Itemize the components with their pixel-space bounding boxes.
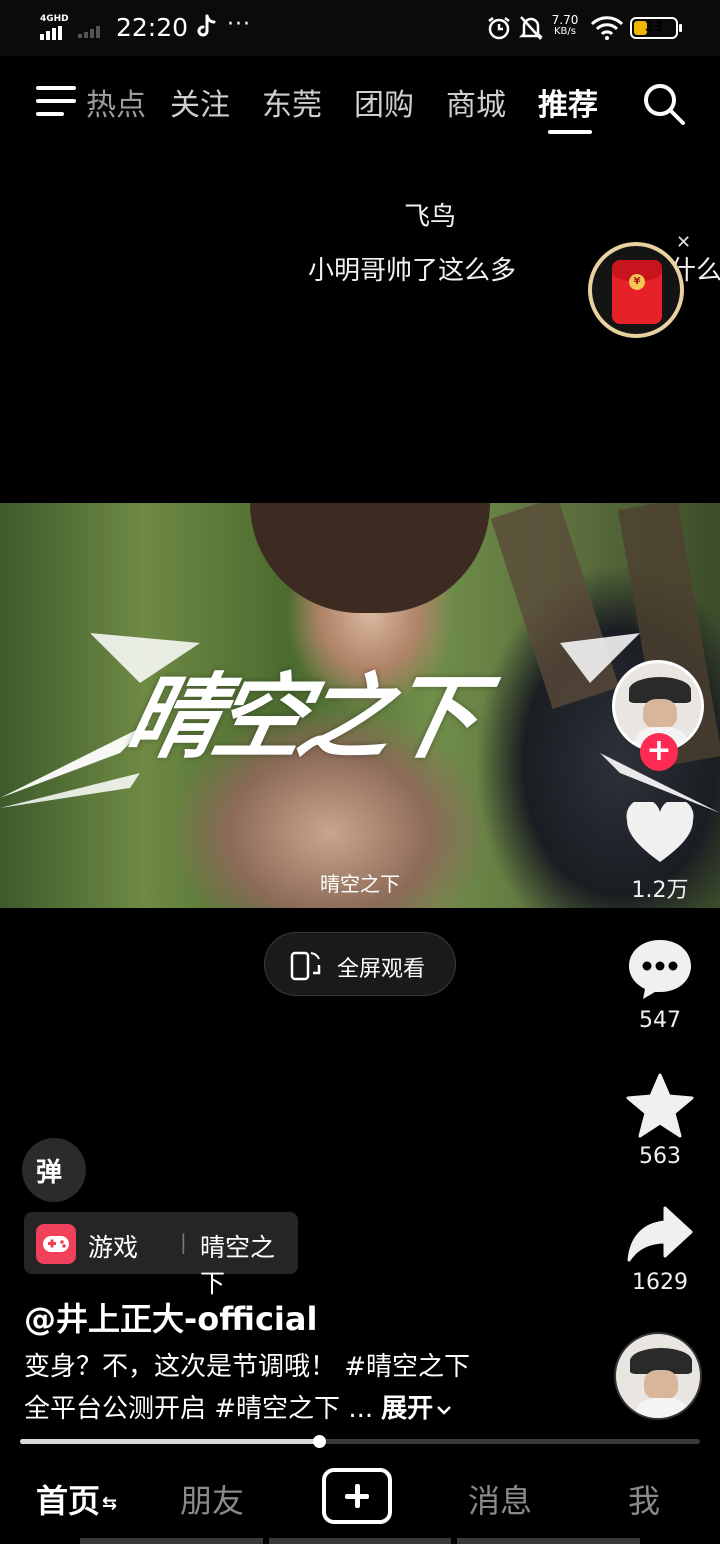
battery-icon: 33 (630, 17, 682, 39)
comment-button[interactable]: 547 (620, 936, 700, 1033)
favorite-count: 563 (639, 1144, 681, 1169)
bottom-nav: 首页 ⇆ 朋友 消息 我 (0, 1460, 720, 1544)
search-icon[interactable] (640, 80, 688, 128)
speed-unit: KB/s (554, 26, 576, 37)
danmaku-comment: 小明哥帅了这么多 (308, 256, 517, 286)
share-arrow-icon (627, 1206, 693, 1262)
game-logo-title: 晴空之下 (116, 664, 484, 771)
description-line-1: 变身？不，这次是节调哦！ #晴空之下 (24, 1352, 471, 1382)
expand-label: 展开 (381, 1394, 434, 1424)
game-tag[interactable]: 游戏 | 晴空之下 (24, 1212, 298, 1298)
switch-arrows-icon: ⇆ (102, 1492, 118, 1514)
nav-home-label: 首页 (36, 1482, 101, 1520)
like-count: 1.2万 (631, 878, 689, 903)
video-frame-subject (250, 503, 490, 613)
active-tab-indicator (548, 130, 592, 134)
tab-hot[interactable]: 热点 (86, 80, 146, 124)
favorite-button[interactable]: 563 (620, 1072, 700, 1169)
game-name: 晴空之下 (200, 1233, 276, 1298)
comment-count: 547 (639, 1008, 681, 1033)
video-progress-bar[interactable] (20, 1435, 700, 1448)
tab-local[interactable]: 东莞 (262, 80, 322, 124)
nav-messages[interactable]: 消息 (468, 1476, 532, 1522)
tiktok-icon (197, 14, 216, 37)
expand-button[interactable]: 展开 (381, 1394, 453, 1424)
gesture-bar (80, 1538, 641, 1544)
description-line-2: 全平台公测开启 #晴空之下 ... 展开 (24, 1388, 453, 1425)
clock: 22:20 (116, 13, 189, 42)
wifi-icon (590, 16, 624, 40)
close-icon[interactable]: ✕ (676, 232, 691, 253)
speed-value: 7.70 (551, 13, 579, 27)
progress-fill (20, 1439, 319, 1444)
red-envelope-icon: ¥ (612, 260, 662, 324)
gamepad-icon (36, 1224, 76, 1264)
follow-button[interactable]: + (640, 733, 678, 771)
tag-separator: | (180, 1230, 187, 1254)
network-speed: 7.70 KB/s (548, 14, 582, 38)
fullscreen-label: 全屏观看 (337, 957, 426, 982)
share-count: 1629 (632, 1270, 688, 1295)
network-type: 4GHD (40, 14, 69, 24)
fullscreen-button[interactable]: 全屏观看 (264, 932, 456, 996)
danmaku-toggle-label: 弹 (36, 1158, 63, 1188)
nav-home[interactable]: 首页 ⇆ (36, 1476, 117, 1522)
tab-group-buy[interactable]: 团购 (354, 80, 414, 124)
danmaku-toggle-button[interactable]: 弹 (22, 1138, 86, 1202)
nav-friends[interactable]: 朋友 (180, 1476, 244, 1522)
more-notifications-icon: ··· (227, 12, 251, 37)
progress-handle[interactable] (313, 1435, 326, 1448)
game-category: 游戏 (88, 1233, 139, 1262)
create-post-button[interactable] (322, 1468, 392, 1524)
nav-me[interactable]: 我 (628, 1476, 660, 1522)
music-disc-avatar[interactable] (614, 1332, 702, 1420)
menu-icon[interactable] (36, 84, 76, 118)
danmaku-comment: 飞鸟 (404, 202, 457, 232)
heart-icon (626, 799, 694, 862)
red-packet-button[interactable]: ¥ (588, 242, 684, 338)
share-button[interactable]: 1629 (620, 1204, 700, 1295)
like-button[interactable]: 1.2万 (620, 799, 700, 904)
video-caption: 晴空之下 (320, 872, 400, 896)
author-name[interactable]: @井上正大-official (24, 1294, 317, 1340)
alarm-icon (488, 17, 510, 40)
cell-signal-2-icon (78, 26, 100, 38)
rotate-screen-icon (290, 951, 321, 981)
description-text: 全平台公测开启 #晴空之下 ... (24, 1394, 374, 1424)
status-bar: 4GHD 22:20 ··· 7.70 KB/s 33 (0, 0, 720, 56)
tab-following[interactable]: 关注 (170, 80, 230, 124)
tab-recommended[interactable]: 推荐 (538, 80, 598, 124)
star-icon (626, 1073, 694, 1138)
mute-bell-icon (518, 16, 544, 40)
comment-icon (629, 940, 691, 999)
cell-signal-icon: 4GHD (40, 14, 70, 40)
tab-mall[interactable]: 商城 (446, 80, 506, 124)
battery-percent: 33 (644, 20, 664, 35)
chevron-down-icon (437, 1406, 452, 1415)
